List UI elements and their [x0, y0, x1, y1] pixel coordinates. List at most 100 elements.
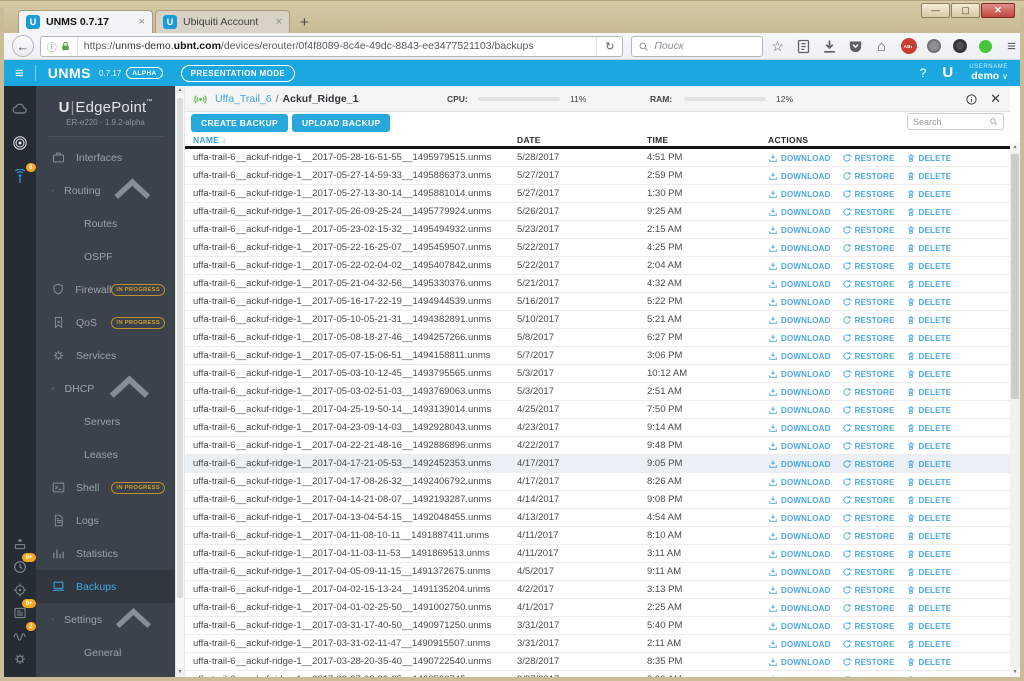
download-link[interactable]: DOWNLOAD [768, 369, 831, 379]
restore-link[interactable]: RESTORE [842, 459, 895, 469]
media-extension-icon[interactable] [951, 38, 968, 55]
table-row[interactable]: uffa-trail-6__ackuf-ridge-1__2017-05-21-… [185, 275, 1010, 293]
download-link[interactable]: DOWNLOAD [768, 405, 831, 415]
table-row[interactable]: uffa-trail-6__ackuf-ridge-1__2017-05-28-… [185, 149, 1010, 167]
table-row[interactable]: uffa-trail-6__ackuf-ridge-1__2017-03-27-… [185, 671, 1010, 677]
table-row[interactable]: uffa-trail-6__ackuf-ridge-1__2017-05-16-… [185, 293, 1010, 311]
ubiquiti-logo-icon[interactable]: U [942, 64, 953, 81]
download-link[interactable]: DOWNLOAD [768, 603, 831, 613]
sidebar-item-routes[interactable]: Routes [36, 207, 175, 240]
download-link[interactable]: DOWNLOAD [768, 261, 831, 271]
restore-link[interactable]: RESTORE [842, 261, 895, 271]
restore-link[interactable]: RESTORE [842, 621, 895, 631]
rail-events-icon[interactable]: 2 [9, 622, 36, 646]
sidebar-scrollbar[interactable]: ▲ ▼ [175, 86, 184, 677]
presentation-mode-button[interactable]: PRESENTATION MODE [180, 64, 296, 82]
status-indicator-icon[interactable] [977, 38, 994, 55]
delete-link[interactable]: DELETE [906, 153, 952, 163]
delete-link[interactable]: DELETE [906, 369, 952, 379]
restore-link[interactable]: RESTORE [842, 639, 895, 649]
table-row[interactable]: uffa-trail-6__ackuf-ridge-1__2017-05-27-… [185, 167, 1010, 185]
sidebar-item-firewall[interactable]: Firewall IN PROGRESS [36, 273, 175, 306]
download-link[interactable]: DOWNLOAD [768, 477, 831, 487]
adblock-icon[interactable]: ABP ▾ [899, 38, 917, 55]
restore-link[interactable]: RESTORE [842, 603, 895, 613]
delete-link[interactable]: DELETE [906, 351, 952, 361]
restore-link[interactable]: RESTORE [842, 333, 895, 343]
table-row[interactable]: uffa-trail-6__ackuf-ridge-1__2017-04-13-… [185, 509, 1010, 527]
scroll-down-icon[interactable]: ▼ [176, 668, 184, 677]
delete-link[interactable]: DELETE [906, 585, 952, 595]
restore-link[interactable]: RESTORE [842, 405, 895, 415]
download-link[interactable]: DOWNLOAD [768, 549, 831, 559]
download-link[interactable]: DOWNLOAD [768, 459, 831, 469]
delete-link[interactable]: DELETE [906, 513, 952, 523]
restore-link[interactable]: RESTORE [842, 477, 895, 487]
delete-link[interactable]: DELETE [906, 189, 952, 199]
restore-link[interactable]: RESTORE [842, 225, 895, 235]
restore-link[interactable]: RESTORE [842, 531, 895, 541]
restore-link[interactable]: RESTORE [842, 495, 895, 505]
restore-link[interactable]: RESTORE [842, 297, 895, 307]
delete-link[interactable]: DELETE [906, 207, 952, 217]
scroll-down-icon[interactable]: ▼ [1010, 668, 1020, 677]
sidebar-item-logs[interactable]: Logs [36, 504, 175, 537]
sidebar-item-statistics[interactable]: Statistics [36, 537, 175, 570]
table-row[interactable]: uffa-trail-6__ackuf-ridge-1__2017-05-10-… [185, 311, 1010, 329]
rail-locate-icon[interactable] [9, 579, 31, 600]
rail-gear-icon[interactable] [9, 648, 31, 669]
delete-link[interactable]: DELETE [906, 423, 952, 433]
delete-link[interactable]: DELETE [906, 333, 952, 343]
back-button[interactable]: ← [12, 35, 34, 57]
restore-link[interactable]: RESTORE [842, 243, 895, 253]
download-link[interactable]: DOWNLOAD [768, 441, 831, 451]
download-link[interactable]: DOWNLOAD [768, 171, 831, 181]
download-link[interactable]: DOWNLOAD [768, 531, 831, 541]
delete-link[interactable]: DELETE [906, 405, 952, 415]
rail-device-log-icon[interactable]: 9+ [9, 599, 36, 623]
rail-discovery-icon[interactable] [9, 533, 31, 554]
delete-link[interactable]: DELETE [906, 675, 952, 677]
download-link[interactable]: DOWNLOAD [768, 279, 831, 289]
delete-link[interactable]: DELETE [906, 495, 952, 505]
reload-icon[interactable]: ↻ [596, 36, 622, 56]
pocket-icon[interactable] [847, 38, 864, 55]
restore-link[interactable]: RESTORE [842, 441, 895, 451]
sidebar-item-routing[interactable]: Routing [36, 174, 175, 207]
new-tab-button[interactable]: + [290, 14, 319, 33]
rail-devices-icon[interactable] [9, 132, 31, 154]
download-link[interactable]: DOWNLOAD [768, 333, 831, 343]
table-row[interactable]: uffa-trail-6__ackuf-ridge-1__2017-04-02-… [185, 581, 1010, 599]
browser-tab-inactive[interactable]: U Ubiquiti Account × [155, 10, 290, 33]
column-header-name[interactable]: NAME ↓ [193, 135, 226, 145]
table-row[interactable]: uffa-trail-6__ackuf-ridge-1__2017-03-31-… [185, 617, 1010, 635]
sidebar-item-general[interactable]: General [36, 636, 175, 669]
download-link[interactable]: DOWNLOAD [768, 423, 831, 433]
table-row[interactable]: uffa-trail-6__ackuf-ridge-1__2017-04-17-… [185, 455, 1010, 473]
sidebar-item-settings[interactable]: Settings [36, 603, 175, 636]
info-icon[interactable] [965, 86, 978, 112]
restore-link[interactable]: RESTORE [842, 657, 895, 667]
delete-link[interactable]: DELETE [906, 315, 952, 325]
download-link[interactable]: DOWNLOAD [768, 567, 831, 577]
delete-link[interactable]: DELETE [906, 657, 952, 667]
column-header-time[interactable]: TIME [647, 135, 669, 145]
table-row[interactable]: uffa-trail-6__ackuf-ridge-1__2017-04-23-… [185, 419, 1010, 437]
download-link[interactable]: DOWNLOAD [768, 297, 831, 307]
delete-link[interactable]: DELETE [906, 549, 952, 559]
download-link[interactable]: DOWNLOAD [768, 351, 831, 361]
sidebar-item-servers[interactable]: Servers [36, 405, 175, 438]
table-row[interactable]: uffa-trail-6__ackuf-ridge-1__2017-05-27-… [185, 185, 1010, 203]
delete-link[interactable]: DELETE [906, 297, 952, 307]
minimize-button[interactable]: — [921, 3, 950, 18]
url-bar[interactable]: ⓘ https://unms-demo.ubnt.com/devices/ero… [39, 35, 624, 57]
delete-link[interactable]: DELETE [906, 531, 952, 541]
restore-link[interactable]: RESTORE [842, 315, 895, 325]
table-row[interactable]: uffa-trail-6__ackuf-ridge-1__2017-05-08-… [185, 329, 1010, 347]
app-menu-icon[interactable]: ≡ [4, 65, 35, 82]
user-menu[interactable]: USERNAME demo ∨ [969, 64, 1008, 82]
delete-link[interactable]: DELETE [906, 261, 952, 271]
site-identity[interactable]: ⓘ [41, 36, 78, 56]
home-icon[interactable]: ⌂ [873, 38, 890, 55]
delete-link[interactable]: DELETE [906, 225, 952, 235]
